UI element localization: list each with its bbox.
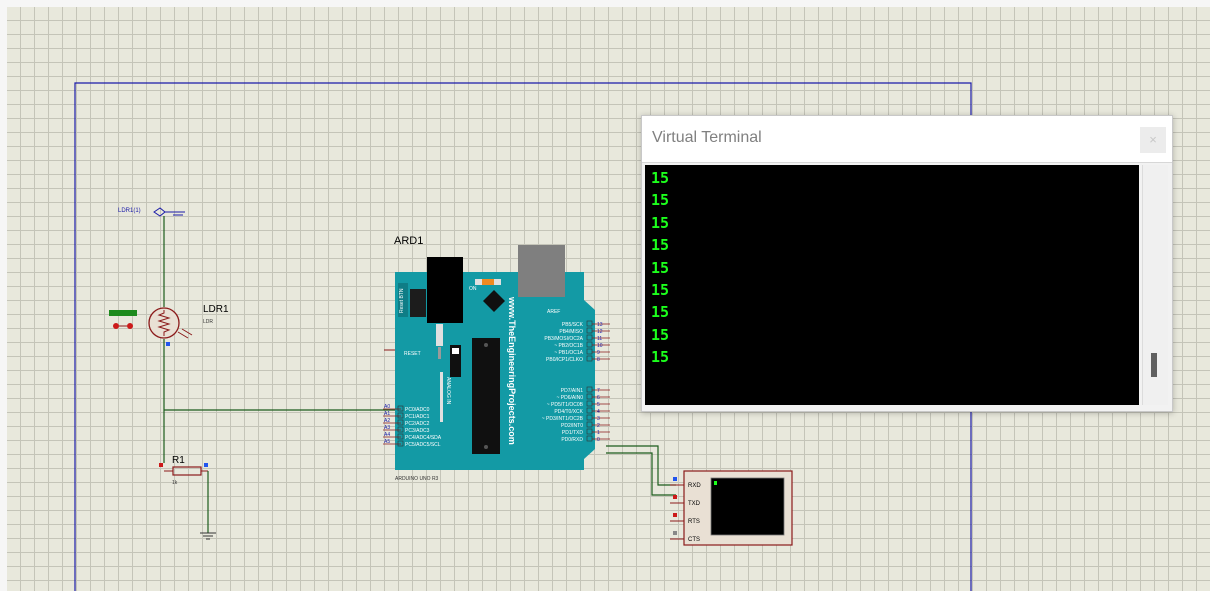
analog-pin-num: A1 — [384, 411, 390, 417]
digital-pin-label: PD0/RXD — [561, 437, 583, 443]
digital-pin-num: 4 — [597, 409, 600, 415]
close-button[interactable]: × — [1140, 127, 1166, 153]
analog-pin-num: A2 — [384, 418, 390, 424]
reset-btn-label: Reset BTN — [399, 288, 405, 313]
digital-pin-num: 10 — [597, 343, 603, 349]
analog-pin-num: A5 — [384, 439, 390, 445]
terminal-line: 15 — [651, 191, 670, 210]
digital-pin-num: 11 — [597, 336, 602, 342]
power-jack — [427, 257, 463, 323]
terminal-symbol[interactable]: RXD TXD RTS CTS — [670, 470, 793, 546]
digital-pin-label: PB5/SCK — [562, 322, 584, 328]
terminal-pin-marker — [673, 513, 677, 517]
analog-pin-num: A3 — [384, 425, 390, 431]
arduino-ref: ARD1 — [394, 235, 423, 247]
virtual-terminal-titlebar[interactable]: Virtual Terminal × — [642, 116, 1172, 163]
vertical-scrollbar[interactable] — [1142, 165, 1168, 405]
virtual-terminal-title: Virtual Terminal — [652, 129, 762, 146]
analog-pin-label: PC4/ADC4/SDA — [405, 435, 442, 441]
website-label: www.TheEngineeringProjects.com — [507, 296, 517, 445]
ldr-component[interactable]: LDR1 LDR — [109, 304, 229, 346]
digital-pin-label: ~ PD6/AIN0 — [556, 395, 583, 401]
virtual-terminal-window[interactable]: Virtual Terminal × 15 15 15 15 15 15 15 15 15 — [641, 115, 1173, 412]
analog-label: ANALOG IN — [445, 377, 451, 405]
digital-pin-num: 6 — [597, 395, 600, 401]
resistor-value: 1k — [172, 480, 178, 486]
terminal-pin-label: CTS — [688, 537, 700, 543]
analog-pin-label: PC5/ADC5/SCL — [405, 442, 441, 448]
terminal-lines: 15 15 15 15 15 15 15 15 15 — [651, 167, 669, 369]
terminal-pin-marker — [673, 495, 677, 499]
digital-pin-label: ~ PD5/T1/OC0B — [547, 402, 584, 408]
digital-pin-num: 3 — [597, 416, 600, 422]
ldr-value: LDR — [203, 319, 213, 325]
terminal-line: 15 — [651, 213, 670, 232]
digital-pin-num: 5 — [597, 402, 600, 408]
analog-pin-num: A4 — [384, 432, 390, 438]
resistor-ref: R1 — [172, 455, 185, 466]
voltage-probe[interactable]: LDR1(1) — [118, 207, 185, 217]
scrollbar-thumb[interactable] — [1151, 353, 1157, 377]
digital-pin-label: PD4/T0/XCK — [554, 409, 583, 415]
on-label: ON — [469, 286, 477, 292]
digital-pin-label: ~ PB1/OC1A — [554, 350, 583, 356]
wire-tx — [606, 445, 676, 486]
digital-pin-label: PB3/MOSI/OC2A — [544, 336, 583, 342]
digital-pin-num: 8 — [597, 357, 600, 363]
atmega-chip — [472, 338, 500, 454]
digital-pin-num: 1 — [597, 430, 600, 436]
terminal-pin-label: RXD — [688, 483, 701, 489]
digital-pin-num: 9 — [597, 350, 600, 356]
ldr-ref: LDR1 — [203, 304, 229, 315]
digital-pin-num: 7 — [597, 388, 600, 394]
digital-pin-label: PD7/AIN1 — [561, 388, 583, 394]
terminal-line: 15 — [651, 325, 670, 344]
terminal-line: 15 — [651, 303, 670, 322]
terminal-output[interactable]: 15 15 15 15 15 15 15 15 15 — [645, 165, 1139, 405]
digital-pin-label: PD1/TXD — [562, 430, 584, 436]
ldr-indicator — [109, 310, 137, 316]
terminal-line: 15 — [651, 236, 670, 255]
terminal-pin-marker — [673, 477, 677, 481]
digital-pin-num: 2 — [597, 423, 600, 429]
digital-pin-num: 13 — [597, 322, 603, 328]
usb-port — [518, 245, 565, 297]
terminal-pin-label: TXD — [688, 501, 701, 507]
digital-pin-label: PB0/ICP1/CLKO — [546, 357, 583, 363]
reset-button[interactable] — [410, 289, 426, 317]
wire-rx — [606, 452, 676, 496]
probe-label: LDR1(1) — [118, 208, 141, 214]
terminal-line: 15 — [651, 258, 670, 277]
digital-pin-num: 0 — [597, 437, 600, 443]
digital-pin-num: 12 — [597, 329, 603, 335]
analog-pin-num: A0 — [384, 404, 390, 410]
terminal-line: 15 — [651, 169, 670, 187]
aref-label: AREF — [547, 309, 560, 315]
resistor-r1[interactable]: R1 1k — [159, 455, 208, 486]
terminal-line: 15 — [651, 280, 670, 299]
analog-pin-label: PC1/ADC1 — [405, 414, 430, 420]
close-icon: × — [1149, 132, 1157, 147]
terminal-line: 15 — [651, 348, 670, 367]
digital-pin-label: PB4/MISO — [559, 329, 583, 335]
analog-pin-label: PC0/ADC0 — [405, 407, 430, 413]
board-name: ARDUINO UNO R3 — [395, 476, 439, 482]
digital-pin-label: PD2/INT0 — [561, 423, 583, 429]
ground-symbol — [200, 532, 216, 540]
terminal-pin-marker — [673, 531, 677, 535]
arduino-uno[interactable]: Reset BTN ON www.TheEngineeringProjects.… — [383, 245, 610, 482]
terminal-pin-label: RTS — [688, 519, 700, 525]
analog-pin-label: PC2/ADC2 — [405, 421, 430, 427]
analog-pin-label: PC3/ADC3 — [405, 428, 430, 434]
digital-pin-label: ~ PB2/OC1B — [554, 343, 583, 349]
digital-pin-label: ~ PD3/INT1/OC2B — [542, 416, 584, 422]
reset-pin-label: RESET — [404, 351, 421, 357]
schematic-canvas[interactable]: LDR1(1) LDR1 LDR R1 1k ARD1 Reset BTN ON… — [7, 7, 1210, 591]
